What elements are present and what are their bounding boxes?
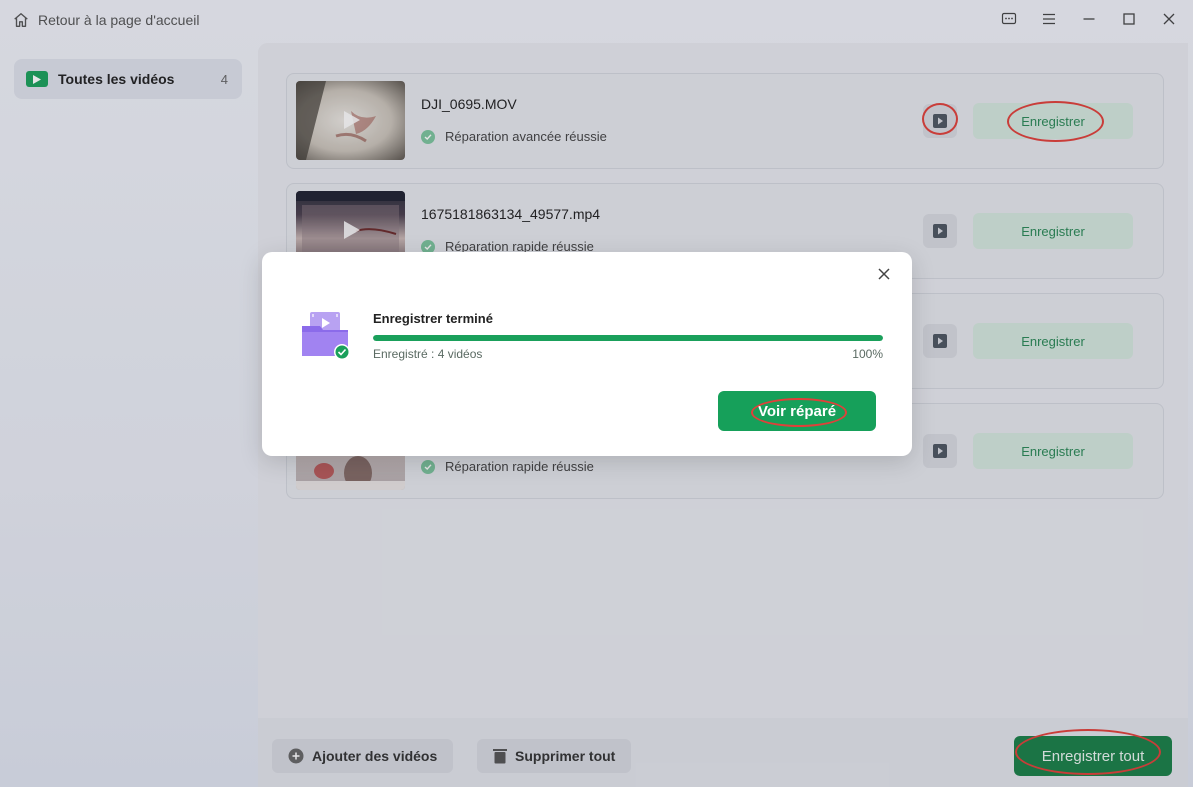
save-progress-bar [373,335,883,341]
close-icon[interactable] [876,266,892,282]
save-complete-dialog: Enregistrer terminé Enregistré : 4 vidéo… [262,252,912,456]
saved-count-label: Enregistré : 4 vidéos [373,347,483,361]
save-progress-fill [373,335,883,341]
app-window: Retour à la page d'accueil Toutes les vi… [0,0,1193,787]
saved-folder-icon [302,312,350,360]
progress-percent: 100% [852,347,883,361]
view-repaired-button[interactable]: Voir réparé [718,391,876,431]
dialog-title: Enregistrer terminé [373,311,493,326]
